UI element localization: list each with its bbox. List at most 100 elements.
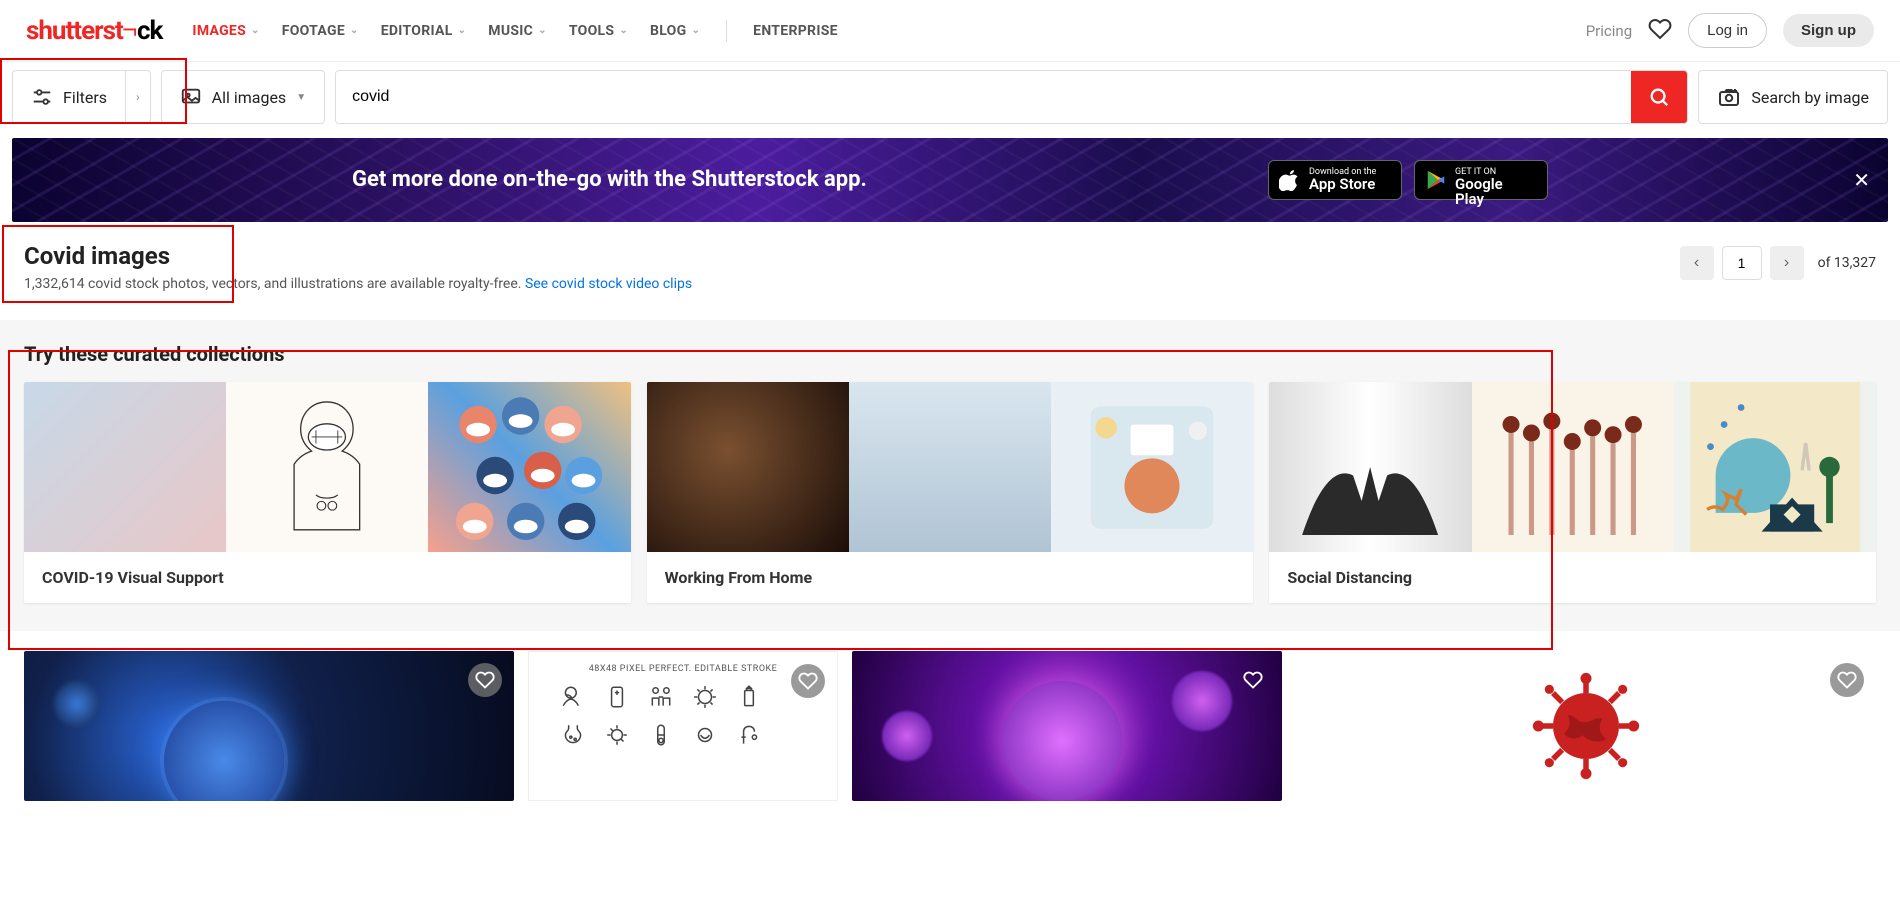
nav-footage[interactable]: FOOTAGE ⌄ [282, 23, 359, 39]
image-type-icon [180, 86, 202, 108]
results-grid: 48x48 PIXEL PERFECT. EDITABLE STROKE [0, 631, 1900, 821]
nav-label: IMAGES [192, 23, 246, 39]
nav-label: FOOTAGE [282, 23, 345, 39]
nav-images[interactable]: IMAGES ⌄ [192, 23, 259, 39]
main-nav: IMAGES⌄FOOTAGE⌄EDITORIAL⌄MUSIC⌄TOOLS⌄BLO… [192, 20, 1585, 42]
chevron-down-icon: ⌄ [538, 25, 547, 36]
video-clips-link[interactable]: See covid stock video clips [525, 276, 692, 292]
login-button[interactable]: Log in [1688, 13, 1767, 48]
heart-icon [475, 670, 495, 690]
page-title: Covid images [24, 242, 692, 270]
collection-label: COVID-19 Visual Support [24, 552, 631, 603]
collection-thumb [849, 382, 1051, 552]
nav-label: MUSIC [488, 23, 533, 39]
all-images-dropdown[interactable]: All images ▼ [161, 70, 325, 124]
chevron-down-icon: ⌄ [619, 25, 628, 36]
collection-card-covid-visual-support[interactable]: COVID-19 Visual Support [24, 382, 631, 603]
collection-thumb [1472, 382, 1674, 552]
search-submit-button[interactable] [1631, 71, 1687, 123]
pagination: ‹ › of 13,327 [1680, 246, 1876, 280]
result-thumbnail[interactable] [24, 651, 514, 801]
app-store-button[interactable]: Download on the App Store [1268, 160, 1402, 200]
app-store-big: App Store [1309, 177, 1387, 192]
camera-icon [1717, 85, 1741, 109]
logo-glyph: ⌐ [123, 14, 137, 45]
filters-button[interactable]: Filters › [12, 70, 151, 124]
logo-part2: ck [137, 16, 162, 46]
heart-icon [798, 671, 818, 691]
chevron-down-icon: ⌄ [691, 25, 700, 36]
search-by-image-button[interactable]: Search by image [1698, 70, 1888, 124]
collection-thumb [647, 382, 849, 552]
chevron-down-icon: ⌄ [350, 25, 359, 36]
close-banner-button[interactable]: ✕ [1853, 168, 1870, 192]
nav-editorial[interactable]: EDITORIAL⌄ [381, 23, 467, 39]
google-play-big: Google Play [1455, 177, 1533, 207]
banner-headline: Get more done on-the-go with the Shutter… [352, 166, 1268, 194]
chevron-down-icon: ⌄ [251, 25, 260, 36]
apple-icon [1279, 169, 1301, 191]
nav-music[interactable]: MUSIC ⌄ [488, 23, 547, 39]
result-thumbnail[interactable]: 48x48 PIXEL PERFECT. EDITABLE STROKE [528, 651, 838, 801]
logo[interactable]: shutterst⌐ck [26, 15, 162, 46]
nav-label: TOOLS [569, 23, 614, 39]
chevron-down-icon: ⌄ [458, 25, 467, 36]
nav-tools[interactable]: TOOLS ⌄ [569, 23, 628, 39]
favorite-button[interactable] [1830, 663, 1864, 697]
app-promo-banner: Get more done on-the-go with the Shutter… [12, 138, 1888, 222]
total-pages-label: of 13,327 [1818, 255, 1876, 271]
heart-icon [1837, 670, 1857, 690]
nav-divider [726, 20, 727, 42]
collection-card-wfh[interactable]: Working From Home [647, 382, 1254, 603]
collection-label: Social Distancing [1269, 552, 1876, 603]
pricing-link[interactable]: Pricing [1586, 22, 1632, 40]
favorites-icon[interactable] [1648, 17, 1672, 45]
google-play-icon [1425, 169, 1447, 191]
results-title-block: Covid images 1,332,614 covid stock photo… [24, 242, 692, 292]
icon-grid [560, 684, 806, 748]
search-input[interactable] [336, 71, 1631, 123]
google-play-button[interactable]: GET IT ON Google Play [1414, 160, 1548, 200]
collection-label: Working From Home [647, 552, 1254, 603]
search-bar: Filters › All images ▼ Search by image [0, 62, 1900, 132]
thumbnail-caption: 48x48 PIXEL PERFECT. EDITABLE STROKE [589, 664, 778, 674]
collection-card-social-distancing[interactable]: Social Distancing [1269, 382, 1876, 603]
results-header: Covid images 1,332,614 covid stock photo… [0, 222, 1900, 304]
header-right: Pricing Log in Sign up [1586, 13, 1874, 48]
collection-thumb [428, 382, 630, 552]
search-by-image-label: Search by image [1751, 88, 1869, 107]
chevron-right-icon: › [1784, 254, 1789, 272]
filters-label: Filters [63, 88, 107, 107]
header: shutterst⌐ck IMAGES⌄FOOTAGE⌄EDITORIAL⌄MU… [0, 0, 1900, 62]
nav-label: ENTERPRISE [753, 23, 838, 39]
curated-collections: Try these curated collections COVID-19 V… [0, 320, 1900, 631]
all-images-label: All images [212, 88, 287, 107]
filters-expand[interactable]: › [125, 71, 150, 123]
collection-thumb [1269, 382, 1471, 552]
page-number-input[interactable] [1722, 246, 1762, 280]
favorite-button[interactable] [468, 663, 502, 697]
next-page-button[interactable]: › [1770, 246, 1804, 280]
curated-heading: Try these curated collections [24, 342, 1876, 366]
collection-thumb [24, 382, 226, 552]
search-icon [1648, 86, 1670, 108]
favorite-button[interactable] [1236, 663, 1270, 697]
close-icon: ✕ [1853, 168, 1870, 192]
sliders-icon [31, 86, 53, 108]
search-box [335, 70, 1688, 124]
nav-enterprise[interactable]: ENTERPRISE [753, 23, 838, 39]
chevron-left-icon: ‹ [1694, 254, 1699, 272]
results-count-text: 1,332,614 covid stock photos, vectors, a… [24, 276, 525, 292]
collection-thumb [226, 382, 428, 552]
nav-label: BLOG [650, 23, 686, 39]
logo-part1: shutterst [26, 16, 123, 46]
prev-page-button[interactable]: ‹ [1680, 246, 1714, 280]
nav-blog[interactable]: BLOG ⌄ [650, 23, 700, 39]
caret-down-icon: ▼ [296, 92, 306, 103]
heart-icon [1243, 670, 1263, 690]
signup-button[interactable]: Sign up [1783, 14, 1874, 47]
favorite-button[interactable] [791, 664, 825, 698]
collection-thumb [1051, 382, 1253, 552]
result-thumbnail[interactable] [1296, 651, 1876, 801]
result-thumbnail[interactable] [852, 651, 1282, 801]
